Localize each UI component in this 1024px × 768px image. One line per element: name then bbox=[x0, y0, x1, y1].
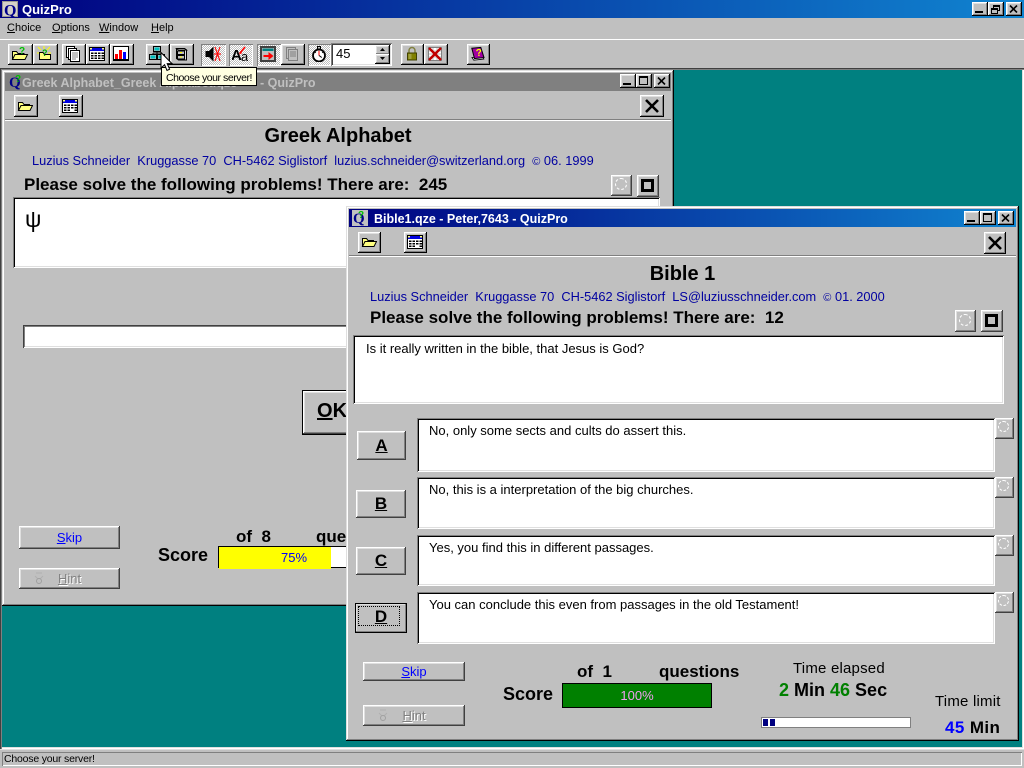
svg-text:Q: Q bbox=[4, 3, 16, 19]
svg-text:?: ? bbox=[42, 48, 48, 58]
svg-text:?: ? bbox=[19, 46, 25, 57]
svg-text:?: ? bbox=[358, 210, 364, 221]
svg-text:?: ? bbox=[15, 74, 21, 85]
svg-text:?: ? bbox=[475, 48, 482, 59]
